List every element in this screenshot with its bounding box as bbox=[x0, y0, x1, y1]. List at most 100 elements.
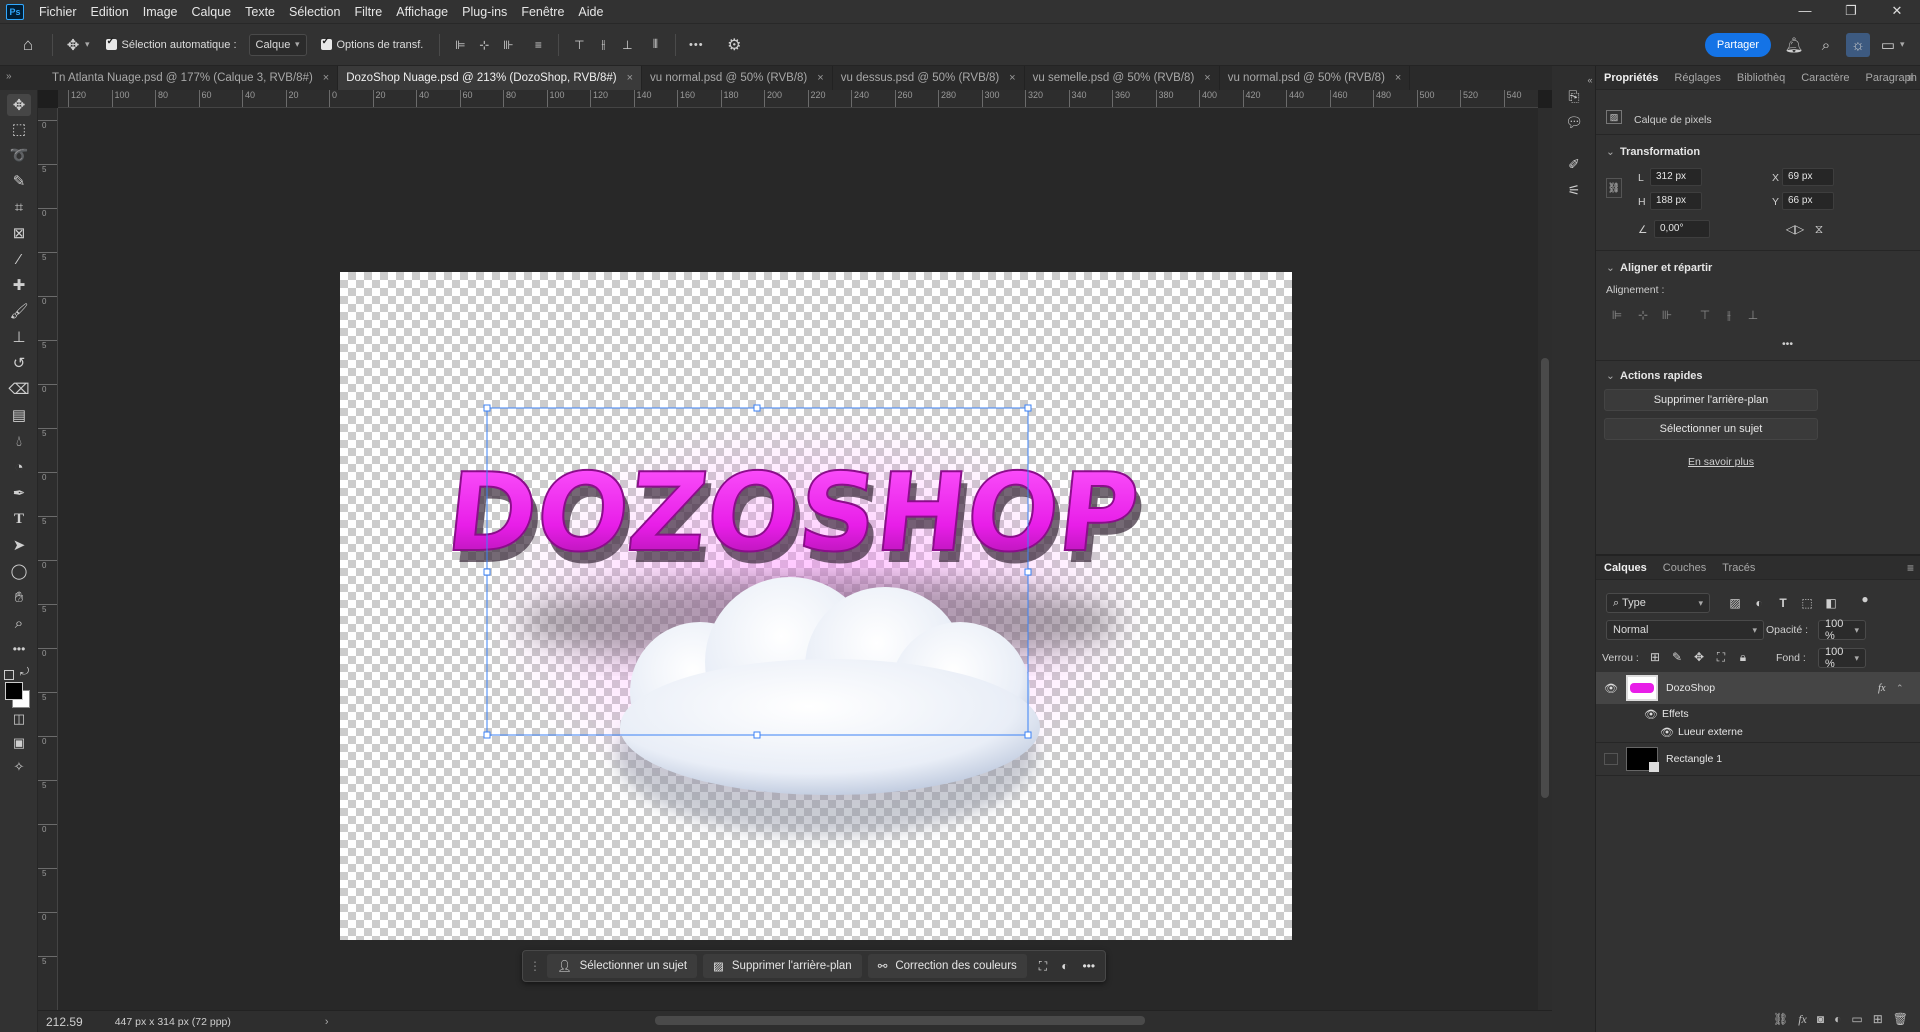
share-button[interactable]: Partager bbox=[1705, 33, 1771, 57]
scrollbar-thumb[interactable] bbox=[1541, 358, 1549, 798]
lock-position-icon[interactable]: ✥ bbox=[1690, 648, 1708, 666]
adjustments-icon[interactable]: ⚟ bbox=[1564, 180, 1584, 200]
more-options-button[interactable]: ••• bbox=[684, 33, 708, 57]
y-field[interactable]: 66 px bbox=[1782, 192, 1834, 210]
width-field[interactable]: 312 px bbox=[1650, 168, 1702, 186]
transform-handle[interactable] bbox=[1024, 731, 1032, 739]
move-tool-icon[interactable]: ✥ bbox=[7, 94, 31, 116]
link-icon[interactable]: ⛓ bbox=[1606, 178, 1622, 198]
layer-effect-outer-glow-row[interactable]: 👁︎ Lueur externe bbox=[1596, 723, 1920, 741]
align-center-h-icon[interactable]: ⊹ bbox=[472, 33, 496, 57]
checkbox-checked-icon[interactable] bbox=[105, 36, 117, 50]
ellipse-tool-icon[interactable]: ◯ bbox=[7, 560, 31, 582]
x-field[interactable]: 69 px bbox=[1782, 168, 1834, 186]
align-middle-v-icon[interactable]: ⫲ bbox=[591, 33, 615, 57]
transform-options-checkbox[interactable]: Options de transf. bbox=[320, 36, 423, 51]
opacity-field[interactable]: 100 % ▾ bbox=[1818, 618, 1866, 642]
transform-handle[interactable] bbox=[753, 731, 761, 739]
transform-handle[interactable] bbox=[753, 404, 761, 412]
hand-tool-icon[interactable]: ✋︎ bbox=[7, 586, 31, 608]
filter-toggle-icon[interactable]: ● bbox=[1856, 590, 1874, 608]
align-center-h-icon[interactable]: ⊹ bbox=[1634, 306, 1652, 324]
zoom-level[interactable]: 212.59 bbox=[46, 1015, 83, 1029]
status-arrow[interactable]: › bbox=[325, 1016, 329, 1028]
crop-tool-icon[interactable]: ⌗ bbox=[7, 196, 31, 218]
layer-row-rectangle[interactable]: Rectangle 1 bbox=[1596, 743, 1920, 775]
close-icon[interactable]: × bbox=[1395, 72, 1401, 84]
menu-selection[interactable]: Sélection bbox=[282, 0, 347, 24]
filter-pixel-icon[interactable]: ▨ bbox=[1726, 594, 1744, 612]
select-subject-button[interactable]: 👤︎ Sélectionner un sujet bbox=[547, 954, 698, 978]
filter-shape-icon[interactable]: ⬚ bbox=[1798, 594, 1816, 612]
search-icon[interactable]: ⌕ bbox=[1814, 33, 1838, 57]
more-align-options[interactable]: ••• bbox=[1782, 338, 1793, 350]
layer-name[interactable]: DozoShop bbox=[1666, 682, 1715, 694]
layer-row-dozoshop[interactable]: 👁︎ DozoShop fx ⌃ bbox=[1596, 672, 1920, 704]
vertical-scrollbar[interactable] bbox=[1538, 108, 1552, 1010]
flip-vertical-icon[interactable]: ⧖ bbox=[1810, 220, 1828, 238]
frame-tool-icon[interactable]: ⊠ bbox=[7, 222, 31, 244]
close-icon[interactable]: × bbox=[323, 72, 329, 84]
healing-brush-tool-icon[interactable]: ✚ bbox=[7, 274, 31, 296]
tab-caractere[interactable]: Caractère bbox=[1793, 66, 1857, 90]
quick-selection-tool-icon[interactable]: ✎ bbox=[7, 170, 31, 192]
collapse-toolbar-icon[interactable]: » bbox=[0, 66, 44, 90]
foreground-color-swatch[interactable] bbox=[5, 682, 23, 700]
eraser-tool-icon[interactable]: ⌫ bbox=[7, 378, 31, 400]
layer-effects-row[interactable]: 👁︎ Effets bbox=[1596, 705, 1920, 723]
chevron-down-icon[interactable]: ⌄ bbox=[1606, 262, 1615, 274]
discover-lightbulb-icon[interactable]: ☼ bbox=[1846, 33, 1870, 57]
align-middle-v-icon[interactable]: ⫲ bbox=[1720, 306, 1738, 324]
align-bottom-icon[interactable]: ⊥ bbox=[615, 33, 639, 57]
fill-field[interactable]: 100 % ▾ bbox=[1818, 646, 1866, 670]
flip-horizontal-icon[interactable]: ◁▷ bbox=[1786, 220, 1804, 238]
layer-name[interactable]: Rectangle 1 bbox=[1666, 753, 1722, 765]
bell-icon[interactable]: 🔔︎ bbox=[1782, 33, 1806, 57]
close-icon[interactable]: × bbox=[627, 72, 633, 84]
fx-badge[interactable]: fx bbox=[1878, 683, 1886, 694]
mask-icon[interactable]: ⛶ bbox=[1039, 959, 1047, 974]
checkbox-checked-icon[interactable] bbox=[320, 36, 332, 50]
path-selection-tool-icon[interactable]: ➤ bbox=[7, 534, 31, 556]
distribute-horizontal-icon[interactable]: ⦀ bbox=[643, 33, 667, 57]
home-icon[interactable]: ⌂ bbox=[16, 33, 40, 57]
trash-icon[interactable]: 🗑︎ bbox=[1893, 1012, 1908, 1026]
dodge-tool-icon[interactable]: ◔ bbox=[7, 456, 31, 478]
align-right-icon[interactable]: ⊪ bbox=[1658, 306, 1676, 324]
generative-ai-icon[interactable]: ✧ bbox=[7, 756, 31, 778]
lock-artboard-icon[interactable]: ⛶ bbox=[1712, 648, 1730, 666]
menu-texte[interactable]: Texte bbox=[238, 0, 282, 24]
menu-fenetre[interactable]: Fenêtre bbox=[514, 0, 571, 24]
lock-transparent-icon[interactable]: ⊞ bbox=[1646, 648, 1664, 666]
align-bottom-icon[interactable]: ⊥ bbox=[1744, 306, 1762, 324]
close-icon[interactable]: × bbox=[1009, 72, 1015, 84]
panel-menu-icon[interactable]: ≡ bbox=[1907, 561, 1914, 575]
stamp-tool-icon[interactable]: ⊥ bbox=[7, 326, 31, 348]
height-field[interactable]: 188 px bbox=[1650, 192, 1702, 210]
tab-document[interactable]: vu normal.psd @ 50% (RVB/8) × bbox=[642, 66, 833, 90]
align-top-icon[interactable]: ⊤ bbox=[1696, 306, 1714, 324]
panel-menu-icon[interactable]: ≡ bbox=[1907, 71, 1914, 85]
tab-reglages[interactable]: Réglages bbox=[1666, 66, 1728, 90]
blend-mode-dropdown[interactable]: Normal ▾ bbox=[1606, 620, 1764, 640]
link-layers-icon[interactable]: ⛓ bbox=[1773, 1012, 1788, 1026]
default-colors-icon[interactable] bbox=[4, 670, 14, 680]
align-left-icon[interactable]: ⊫ bbox=[448, 33, 472, 57]
align-left-icon[interactable]: ⊫ bbox=[1608, 306, 1626, 324]
close-icon[interactable]: × bbox=[1204, 72, 1210, 84]
auto-select-target-dropdown[interactable]: Calque ▾ bbox=[248, 33, 307, 56]
horizontal-scrollbar[interactable] bbox=[655, 1016, 1145, 1025]
visibility-eye-icon[interactable]: 👁︎ bbox=[1644, 709, 1658, 721]
more-options-button[interactable]: ••• bbox=[1082, 959, 1095, 973]
chevron-down-icon[interactable]: ⌄ bbox=[1606, 146, 1615, 158]
auto-select-checkbox[interactable]: Sélection automatique : bbox=[105, 36, 237, 51]
tab-document[interactable]: Tn Atlanta Nuage.psd @ 177% (Calque 3, R… bbox=[44, 66, 339, 90]
filter-smart-object-icon[interactable]: ◧ bbox=[1822, 594, 1840, 612]
minimize-button[interactable]: — bbox=[1782, 0, 1828, 24]
tab-bibliotheques[interactable]: Bibliothèq bbox=[1729, 66, 1793, 90]
menu-aide[interactable]: Aide bbox=[571, 0, 610, 24]
quick-mask-icon[interactable]: ◫ bbox=[7, 708, 31, 730]
adjustment-icon[interactable]: ◐ bbox=[1061, 959, 1068, 973]
move-tool-icon[interactable]: ✥ bbox=[61, 33, 85, 57]
close-window-button[interactable]: ✕ bbox=[1874, 0, 1920, 24]
